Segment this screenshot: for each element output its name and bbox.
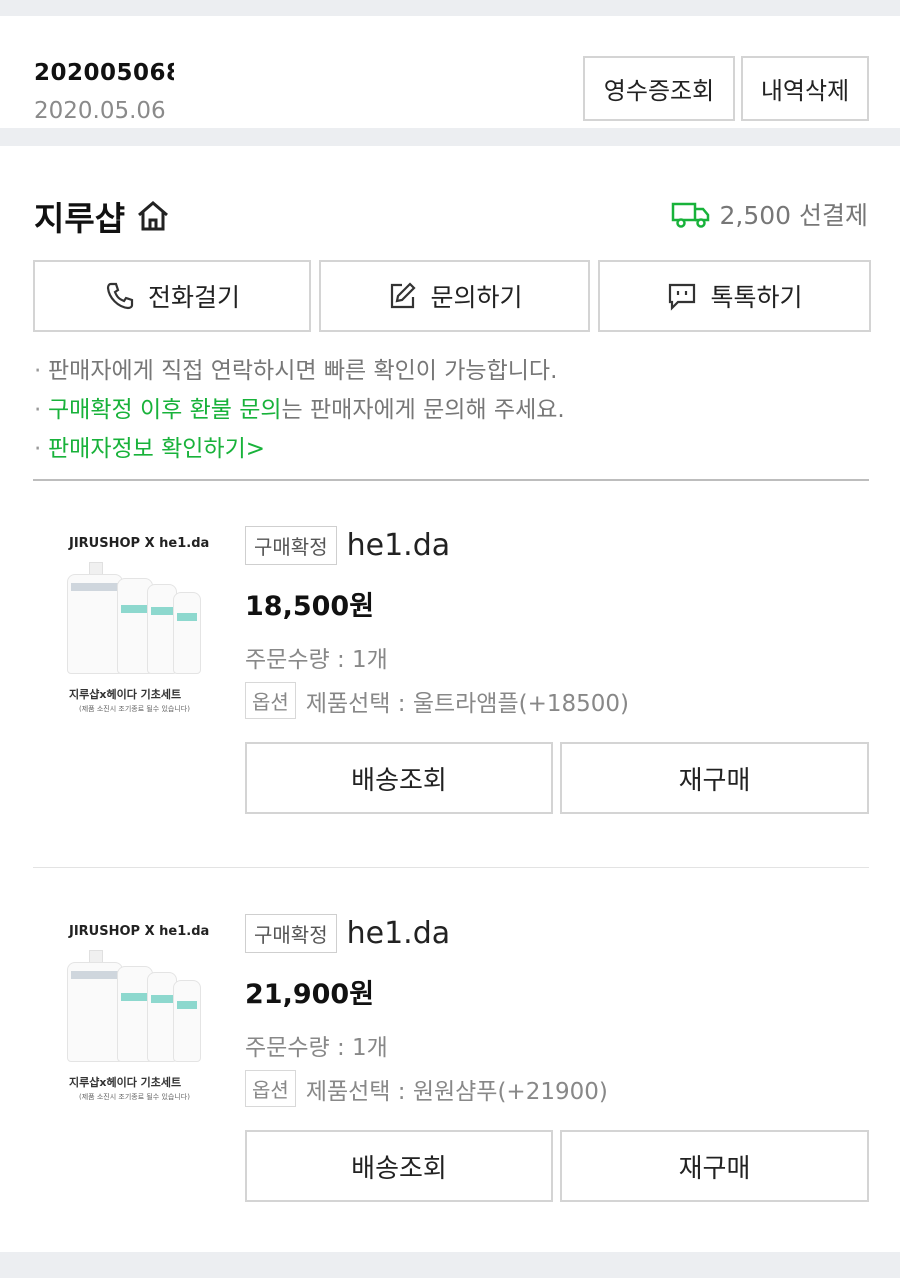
bottle-shape xyxy=(67,962,123,1062)
item-price: 21,900원 xyxy=(245,979,375,1010)
item-status-row: 구매확정 he1.da xyxy=(245,914,450,953)
phone-icon xyxy=(106,282,134,310)
status-badge: 구매확정 xyxy=(245,914,337,953)
product-image-subcaption: (제품 소진시 조기종료 될수 있습니다) xyxy=(79,705,190,713)
option-badge: 옵션 xyxy=(245,682,296,719)
store-section: 지루샵 2,500 선결제 전화걸기 문의하기 톡톡하기 · 판매자에게 직접 … xyxy=(0,146,900,1252)
seller-info-link[interactable]: · 판매자정보 확인하기> xyxy=(34,430,565,469)
order-number: 20200506880 xyxy=(34,60,174,86)
note-line-1: · 판매자에게 직접 연락하시면 빠른 확인이 가능합니다. xyxy=(34,358,558,384)
product-image-title: JIRUSHOP X he1.da xyxy=(69,924,210,939)
chevron-right-icon: > xyxy=(245,436,266,462)
contact-buttons: 전화걸기 문의하기 톡톡하기 xyxy=(33,260,871,332)
product-seller[interactable]: he1.da xyxy=(347,528,451,563)
order-item: JIRUSHOP X he1.da 지루샵x헤이다 기초세트 (제품 소진시 조… xyxy=(33,890,869,1220)
product-image-title: JIRUSHOP X he1.da xyxy=(69,536,210,551)
bottom-spacer xyxy=(0,1252,900,1278)
rebuy-button[interactable]: 재구매 xyxy=(560,742,869,814)
refund-inquiry-highlight: 구매확정 이후 환불 문의 xyxy=(48,397,282,423)
track-delivery-button[interactable]: 배송조회 xyxy=(245,1130,553,1202)
chat-icon xyxy=(669,283,696,311)
item-divider xyxy=(33,867,869,868)
shop-name: 지루샵 xyxy=(34,199,126,238)
talk-button[interactable]: 톡톡하기 xyxy=(598,260,871,332)
talk-label: 톡톡하기 xyxy=(710,284,803,312)
inquiry-label: 문의하기 xyxy=(430,284,523,312)
option-text: 제품선택 : 울트라앰플(+18500) xyxy=(305,690,630,717)
item-quantity: 주문수량 : 1개 xyxy=(245,1035,388,1061)
item-option: 옵션 제품선택 : 원원샴푸(+21900) xyxy=(245,1070,608,1107)
product-image-caption: 지루샵x헤이다 기초세트 xyxy=(69,1076,182,1089)
section-divider xyxy=(33,479,869,481)
status-badge: 구매확정 xyxy=(245,526,337,565)
product-image[interactable]: JIRUSHOP X he1.da 지루샵x헤이다 기초세트 (제품 소진시 조… xyxy=(33,516,223,726)
edit-icon xyxy=(391,282,417,309)
product-image-caption: 지루샵x헤이다 기초세트 xyxy=(69,688,182,701)
call-button[interactable]: 전화걸기 xyxy=(33,260,311,332)
order-header: 20200506880 2020.05.06 영수증조회 내역삭제 xyxy=(0,16,900,128)
home-icon xyxy=(138,201,169,231)
note-line-2: · 구매확정 이후 환불 문의는 판매자에게 문의해 주세요. xyxy=(34,397,565,423)
rebuy-button[interactable]: 재구매 xyxy=(560,1130,869,1202)
item-quantity: 주문수량 : 1개 xyxy=(245,647,388,673)
order-item: JIRUSHOP X he1.da 지루샵x헤이다 기초세트 (제품 소진시 조… xyxy=(33,502,869,832)
product-image-subcaption: (제품 소진시 조기종료 될수 있습니다) xyxy=(79,1093,190,1101)
item-price: 18,500원 xyxy=(245,591,375,622)
option-text: 제품선택 : 원원샴푸(+21900) xyxy=(305,1078,608,1105)
item-status-row: 구매확정 he1.da xyxy=(245,526,450,565)
bottle-shape xyxy=(67,574,123,674)
item-option: 옵션 제품선택 : 울트라앰플(+18500) xyxy=(245,682,629,719)
seller-notes: · 판매자에게 직접 연락하시면 빠른 확인이 가능합니다. · 구매확정 이후 환… xyxy=(34,352,565,469)
delivery-fee: 2,500 선결제 xyxy=(671,196,868,232)
section-gap xyxy=(0,128,900,146)
product-image[interactable]: JIRUSHOP X he1.da 지루샵x헤이다 기초세트 (제품 소진시 조… xyxy=(33,904,223,1114)
delete-history-button[interactable]: 내역삭제 xyxy=(741,56,869,121)
order-date: 2020.05.06 xyxy=(34,98,166,124)
bottle-shape xyxy=(173,980,201,1062)
shop-name-link[interactable]: 지루샵 xyxy=(34,192,171,240)
track-delivery-button[interactable]: 배송조회 xyxy=(245,742,553,814)
delivery-fee-text: 2,500 선결제 xyxy=(719,201,868,230)
option-badge: 옵션 xyxy=(245,1070,296,1107)
product-seller[interactable]: he1.da xyxy=(347,916,451,951)
bottle-shape xyxy=(173,592,201,674)
call-label: 전화걸기 xyxy=(147,284,240,312)
receipt-button[interactable]: 영수증조회 xyxy=(583,56,735,121)
truck-icon xyxy=(672,202,710,228)
top-spacer xyxy=(0,0,900,16)
inquiry-button[interactable]: 문의하기 xyxy=(319,260,590,332)
